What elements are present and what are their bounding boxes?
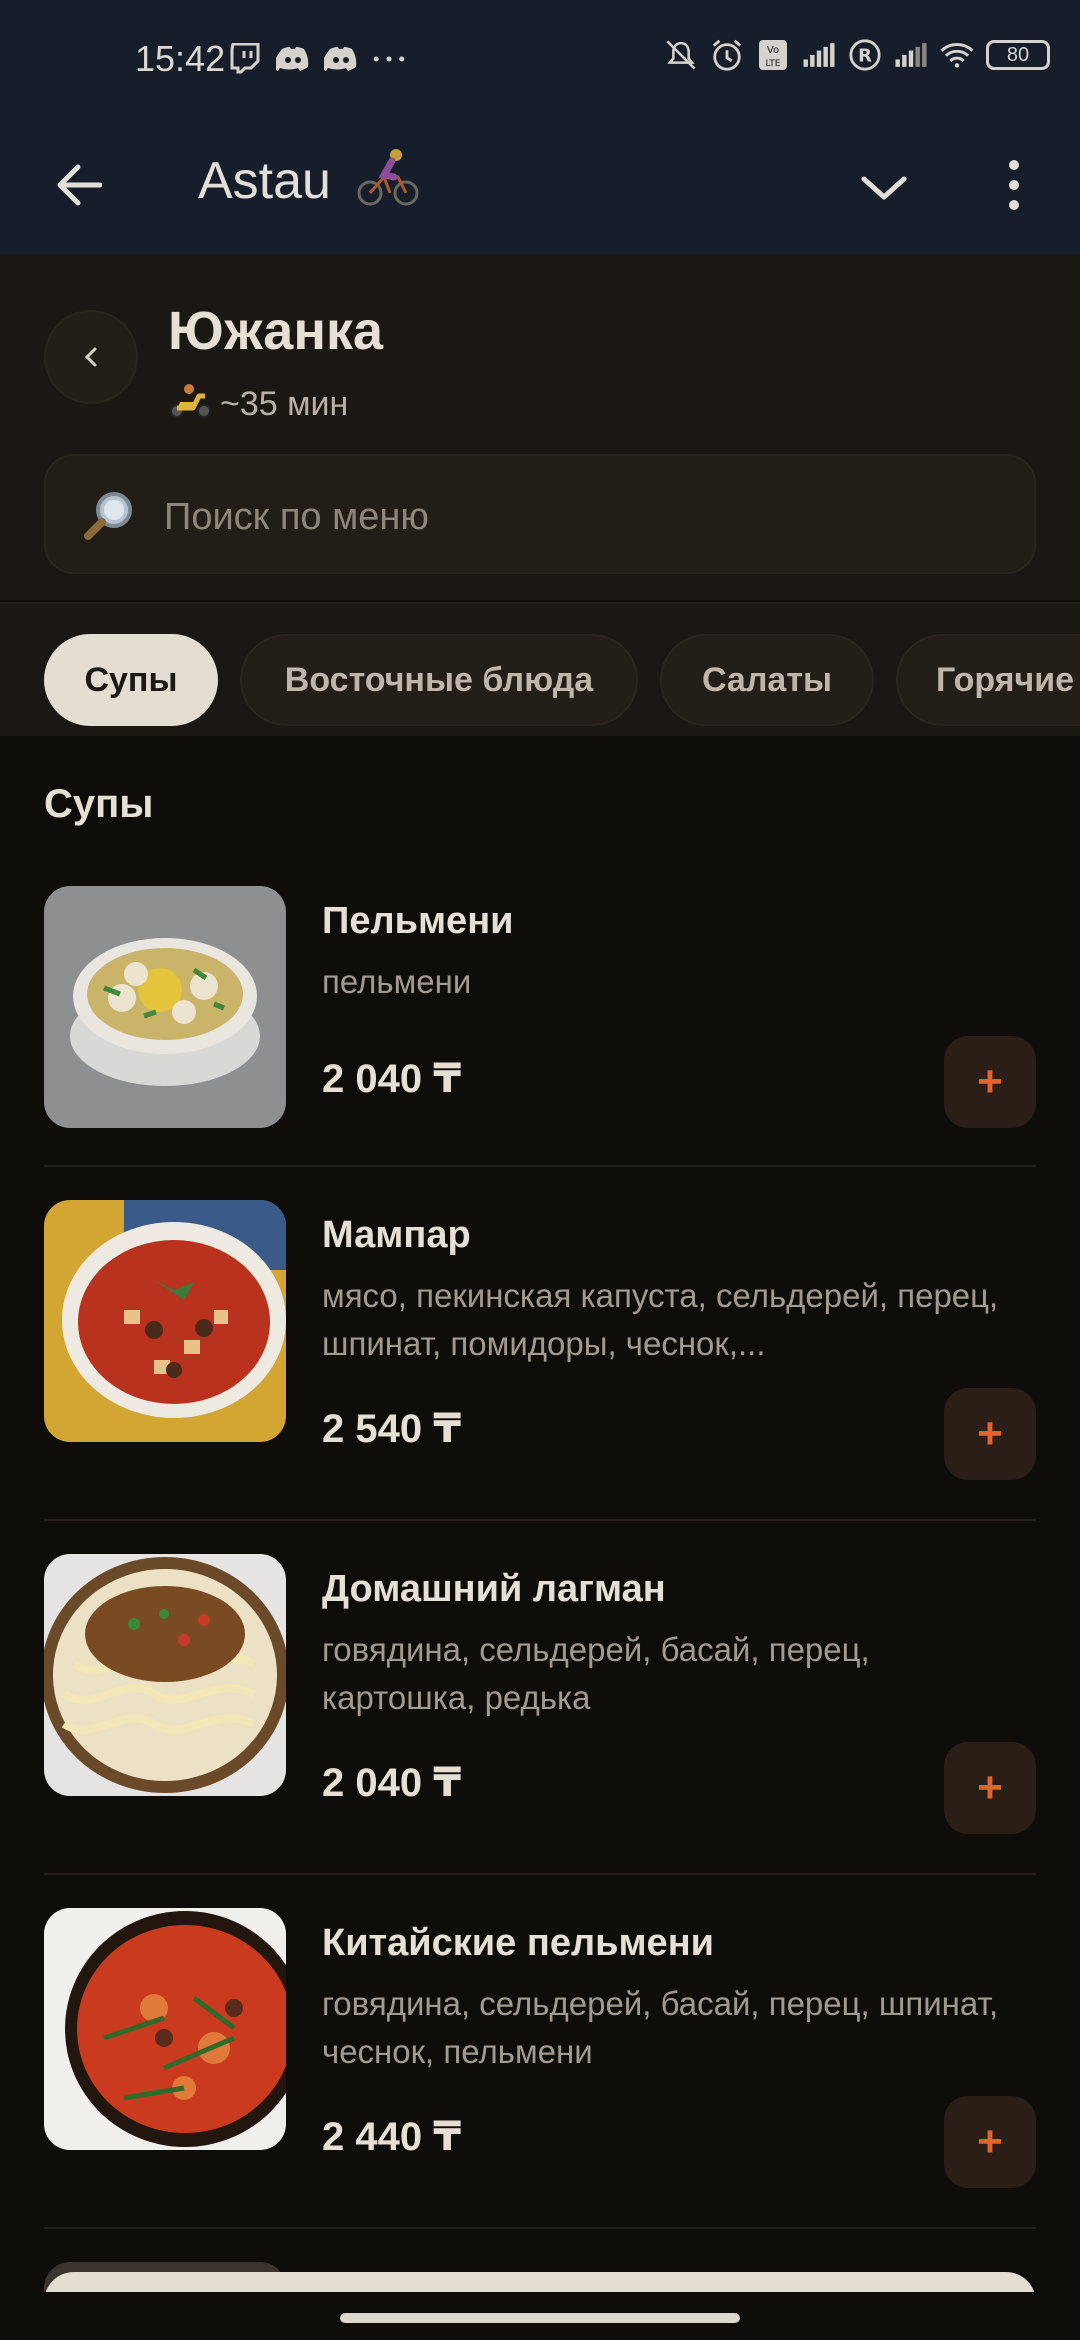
svg-text:LTE: LTE <box>766 59 781 69</box>
volte-icon: Vo LTE <box>756 38 790 72</box>
chip-hot-dishes[interactable]: Горячие <box>896 634 1080 726</box>
menu-item[interactable]: Пельмени пельмени 2 040 ₸ + <box>44 886 1036 1130</box>
divider <box>44 1873 1036 1875</box>
battery-icon: 80 <box>986 40 1050 70</box>
menu-item[interactable]: Домашний лагман говядина, сельдерей, бас… <box>44 1554 1036 1834</box>
chevron-down-icon[interactable] <box>854 157 914 217</box>
status-bar: 15:42 Vo LTE R 80 <box>0 0 1080 125</box>
more-dots-icon <box>372 42 406 76</box>
dish-photo <box>44 1908 286 2150</box>
restaurant-name: Южанка <box>168 301 383 361</box>
mute-icon <box>664 38 698 72</box>
magnifier-icon <box>82 488 138 544</box>
item-price: 2 440 ₸ <box>322 2115 462 2159</box>
chevron-left-icon <box>84 347 97 367</box>
add-to-cart-button[interactable]: + <box>944 1388 1036 1480</box>
svg-text:Vo: Vo <box>767 45 779 56</box>
back-arrow-icon[interactable] <box>48 155 108 215</box>
app-title: Astau <box>198 152 331 210</box>
item-description: говядина, сельдерей, басай, перец, шпина… <box>322 1985 999 2070</box>
item-name: Мампар <box>322 1214 471 1256</box>
menu-search[interactable] <box>44 454 1036 574</box>
dish-photo <box>44 1200 286 1442</box>
svg-text:R: R <box>858 46 872 67</box>
add-to-cart-button[interactable]: + <box>944 1036 1036 1128</box>
add-to-cart-button[interactable]: + <box>944 1742 1036 1834</box>
app-bar: Astau <box>0 125 1080 254</box>
dish-photo <box>44 1554 286 1796</box>
scooter-icon <box>168 380 212 429</box>
wifi-icon <box>940 38 974 72</box>
chip-soups[interactable]: Супы <box>44 634 218 726</box>
dish-photo <box>44 886 286 1128</box>
item-name: Домашний лагман <box>322 1568 666 1610</box>
delivery-eta: ~35 мин <box>168 380 348 429</box>
item-description: пельмени <box>322 963 472 1000</box>
item-price: 2 040 ₸ <box>322 1057 462 1101</box>
add-to-cart-button[interactable]: + <box>944 2096 1036 2188</box>
item-name: Китайские пельмени <box>322 1922 715 1964</box>
discord-icon <box>276 42 310 76</box>
chip-eastern-dishes[interactable]: Восточные блюда <box>240 634 638 726</box>
signal-icon <box>802 38 836 72</box>
menu-item[interactable]: Китайские пельмени говядина, сельдерей, … <box>44 1908 1036 2188</box>
item-description: мясо, пекинская капуста, сельдерей, пере… <box>322 1277 999 1362</box>
delivery-eta-text: ~35 мин <box>220 385 349 423</box>
twitch-icon <box>228 42 262 76</box>
more-vert-icon[interactable] <box>996 153 1032 217</box>
menu-item[interactable]: Мампар мясо, пекинская капуста, сельдере… <box>44 1200 1036 1480</box>
section-title: Супы <box>44 782 154 826</box>
item-name: Пельмени <box>322 900 514 942</box>
restaurant-back-button[interactable] <box>44 310 138 404</box>
chip-salads[interactable]: Салаты <box>660 634 874 726</box>
restaurant-header: Южанка ~35 мин <box>0 254 1080 600</box>
divider <box>44 1165 1036 1167</box>
discord-icon <box>324 42 358 76</box>
home-gesture-handle[interactable] <box>340 2313 740 2323</box>
woman-biking-icon <box>356 145 420 209</box>
roaming-icon: R <box>848 38 882 72</box>
item-price: 2 540 ₸ <box>322 1407 462 1451</box>
top-bar: 15:42 Vo LTE R 80 Astau <box>0 0 1080 254</box>
item-price: 2 040 ₸ <box>322 1761 462 1805</box>
divider <box>44 2227 1036 2229</box>
status-time: 15:42 <box>135 38 226 79</box>
signal-icon <box>894 38 928 72</box>
item-description: говядина, сельдерей, басай, перец, карто… <box>322 1631 870 1716</box>
divider <box>44 1519 1036 1521</box>
alarm-icon <box>710 38 744 72</box>
category-chips: Супы Восточные блюда Салаты Горячие <box>0 602 1080 736</box>
menu-search-input[interactable] <box>162 486 986 548</box>
